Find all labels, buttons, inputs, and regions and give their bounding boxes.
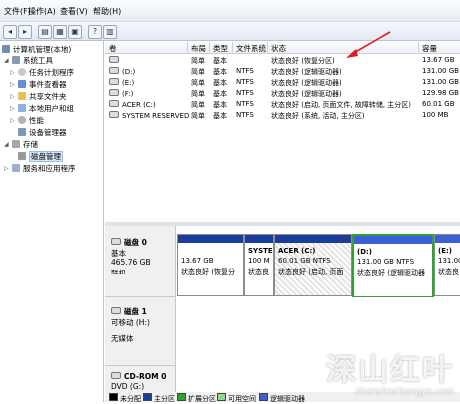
disk0-label-spacer — [105, 274, 176, 297]
tree-root[interactable]: 计算机管理(本地) — [2, 44, 71, 55]
volume-row[interactable]: (F:) 简单 基本 NTFS 状态良好 (逻辑驱动器) 129.98 GB — [105, 88, 460, 99]
event-viewer-icon — [18, 80, 26, 88]
cdrom-icon — [111, 372, 121, 379]
menu-help[interactable]: 帮助(H) — [93, 6, 121, 17]
expand-icon[interactable]: ▷ — [4, 165, 9, 172]
legend-free-space: 可用空间 — [217, 393, 256, 404]
console-tree-icon[interactable]: ▦ — [53, 25, 67, 39]
collapse-icon[interactable]: ◢ — [4, 141, 9, 148]
expand-icon[interactable]: ▷ — [10, 117, 15, 124]
col-separator[interactable] — [267, 42, 268, 52]
menu-view[interactable]: 查看(V) — [60, 6, 88, 17]
forward-icon[interactable]: ▸ — [18, 25, 32, 39]
volume-icon — [109, 67, 119, 74]
tree-device-manager[interactable]: 设备管理器 — [18, 127, 67, 138]
device-manager-icon — [18, 128, 26, 136]
tree-task-scheduler[interactable]: 任务计划程序 — [18, 67, 74, 78]
legend-logical: 逻辑驱动器 — [259, 393, 305, 404]
col-type[interactable]: 类型 — [213, 43, 228, 54]
volume-row[interactable]: 简单 基本 状态良好 (恢复分区) 13.67 GB — [105, 55, 460, 66]
computer-icon — [2, 45, 10, 53]
disk-icon — [111, 238, 121, 245]
collapse-icon[interactable]: ◢ — [4, 57, 9, 64]
col-filesystem[interactable]: 文件系统 — [236, 43, 266, 54]
menu-file[interactable]: 文件(F) — [4, 6, 31, 17]
volume-row[interactable]: (D:) 简单 基本 NTFS 状态良好 (逻辑驱动器) 131.00 GB — [105, 66, 460, 77]
cdrom-label[interactable]: CD-ROM 0 DVD (G:) — [105, 366, 176, 392]
services-icon — [12, 164, 20, 172]
expand-icon[interactable]: ▷ — [10, 81, 15, 88]
volume-row[interactable]: SYSTEM RESERVED 简单 基本 NTFS 状态良好 (系统, 活动,… — [105, 110, 460, 121]
tree-event-viewer[interactable]: 事件查看器 — [18, 79, 67, 90]
up-folder-icon[interactable]: ▤ — [38, 25, 52, 39]
tree-services-apps[interactable]: 服务和应用程序 — [12, 163, 76, 174]
col-separator[interactable] — [232, 42, 233, 52]
tools-icon — [12, 56, 20, 64]
volume-row[interactable]: (E:) 简单 基本 NTFS 状态良好 (逻辑驱动器) 131.00 GB — [105, 77, 460, 88]
volume-row[interactable]: ACER (C:) 简单 基本 NTFS 状态良好 (启动, 页面文件, 故障转… — [105, 99, 460, 110]
tree-performance[interactable]: 性能 — [18, 115, 44, 126]
partition-recovery[interactable]: 13.67 GB 状态良好 (恢复分 — [177, 234, 244, 296]
disk0-label[interactable]: 磁盘 0 基本 465.76 GB 联机 — [105, 226, 176, 278]
menu-action[interactable]: 操作(A) — [28, 6, 56, 17]
performance-icon — [18, 116, 26, 124]
volume-icon — [109, 89, 119, 96]
shared-folder-icon — [18, 92, 26, 100]
users-icon — [18, 104, 26, 112]
col-separator[interactable] — [418, 42, 419, 52]
partition-acer-c[interactable]: ACER (C:) 60.01 GB NTFS 状态良好 (启动, 页面 — [274, 234, 352, 296]
partition-e[interactable]: (E:) 131.00 状态良 — [434, 234, 460, 296]
expand-icon[interactable]: ▷ — [10, 93, 15, 100]
expand-icon[interactable]: ▷ — [10, 105, 15, 112]
disk-management-icon — [18, 152, 26, 160]
tree-storage[interactable]: 存储 — [12, 139, 38, 150]
partition-d[interactable]: (D:) 131.00 GB NTFS 状态良好 (逻辑驱动器 — [352, 234, 434, 298]
volume-icon — [109, 56, 119, 63]
red-arrow-annotation — [346, 31, 391, 58]
col-volume[interactable]: 卷 — [109, 43, 117, 54]
back-icon[interactable]: ◂ — [3, 25, 17, 39]
disk1-label[interactable]: 磁盘 1 可移动 (H:) 无媒体 — [105, 297, 176, 366]
col-layout[interactable]: 布局 — [191, 43, 206, 54]
legend-extended: 扩展分区 — [177, 393, 216, 404]
col-status[interactable]: 状态 — [271, 43, 286, 54]
col-separator[interactable] — [187, 42, 188, 52]
menu-bar: 文件(F) 操作(A) 查看(V) 帮助(H) — [0, 0, 460, 22]
storage-icon — [12, 140, 20, 148]
volume-list-header: 卷 布局 类型 文件系统 状态 容量 — [105, 41, 460, 54]
tree-local-users[interactable]: 本地用户和组 — [18, 103, 74, 114]
removable-disk-icon — [111, 307, 121, 314]
col-capacity[interactable]: 容量 — [422, 43, 437, 54]
legend-primary: 主分区 — [143, 393, 175, 404]
volume-icon — [109, 111, 119, 118]
tree-disk-management[interactable]: 磁盘管理 — [18, 151, 63, 162]
legend-unallocated: 未分配 — [109, 393, 141, 404]
volume-icon — [109, 78, 119, 85]
volume-list: 卷 布局 类型 文件系统 状态 容量 简单 基本 状态良好 (恢复分区) 13.… — [105, 41, 460, 222]
tree-shared-folders[interactable]: 共享文件夹 — [18, 91, 67, 102]
clock-icon — [18, 68, 26, 76]
col-separator[interactable] — [209, 42, 210, 52]
properties-icon[interactable]: ▣ — [68, 25, 82, 39]
expand-icon[interactable]: ▷ — [10, 69, 15, 76]
console-tree: 计算机管理(本地) ◢ 系统工具 ▷ 任务计划程序 ▷ 事件查看器 ▷ 共享文件… — [0, 41, 104, 402]
volume-icon — [109, 100, 119, 107]
watermark-logo: 深山红叶 shenshanhongye.com — [326, 353, 454, 397]
grid-view-icon[interactable]: ▥ — [103, 25, 117, 39]
partition-system-reserved[interactable]: SYSTE 100 M 状态良 — [244, 234, 274, 296]
tree-system-tools[interactable]: 系统工具 — [12, 55, 53, 66]
help-icon[interactable]: ? — [88, 25, 102, 39]
